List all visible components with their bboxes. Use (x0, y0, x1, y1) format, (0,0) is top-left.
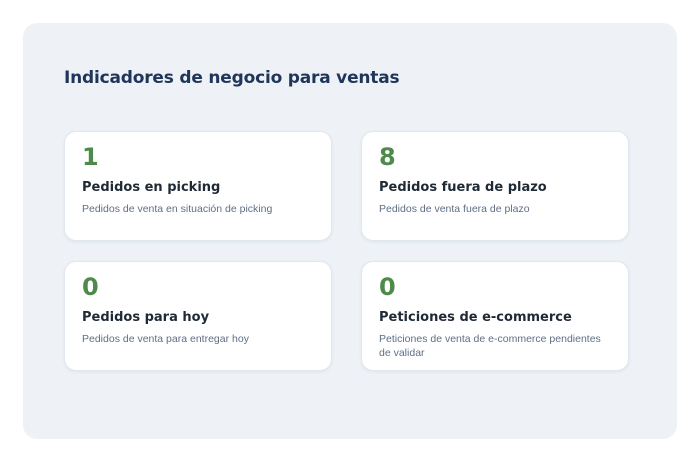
panel-title: Indicadores de negocio para ventas (64, 68, 400, 88)
kpi-value: 0 (379, 273, 396, 301)
business-indicators-panel: Indicadores de negocio para ventas 1 Ped… (23, 23, 677, 439)
kpi-description: Pedidos de venta en situación de picking (82, 203, 273, 215)
kpi-card-today-orders[interactable]: 0 Pedidos para hoy Pedidos de venta para… (64, 261, 332, 371)
kpi-description: Pedidos de venta para entregar hoy (82, 333, 249, 345)
kpi-title: Pedidos en picking (82, 180, 221, 195)
kpi-title: Peticiones de e-commerce (379, 310, 572, 325)
kpi-title: Pedidos fuera de plazo (379, 180, 547, 195)
kpi-description: Peticiones de venta de e-commerce pendie… (379, 333, 601, 359)
kpi-value: 1 (82, 143, 99, 171)
kpi-card-overdue-orders[interactable]: 8 Pedidos fuera de plazo Pedidos de vent… (361, 131, 629, 241)
kpi-title: Pedidos para hoy (82, 310, 210, 325)
kpi-card-picking-orders[interactable]: 1 Pedidos en picking Pedidos de venta en… (64, 131, 332, 241)
kpi-card-ecommerce-requests[interactable]: 0 Peticiones de e-commerce Peticiones de… (361, 261, 629, 371)
kpi-description: Pedidos de venta fuera de plazo (379, 203, 530, 215)
kpi-value: 8 (379, 143, 396, 171)
kpi-value: 0 (82, 273, 99, 301)
